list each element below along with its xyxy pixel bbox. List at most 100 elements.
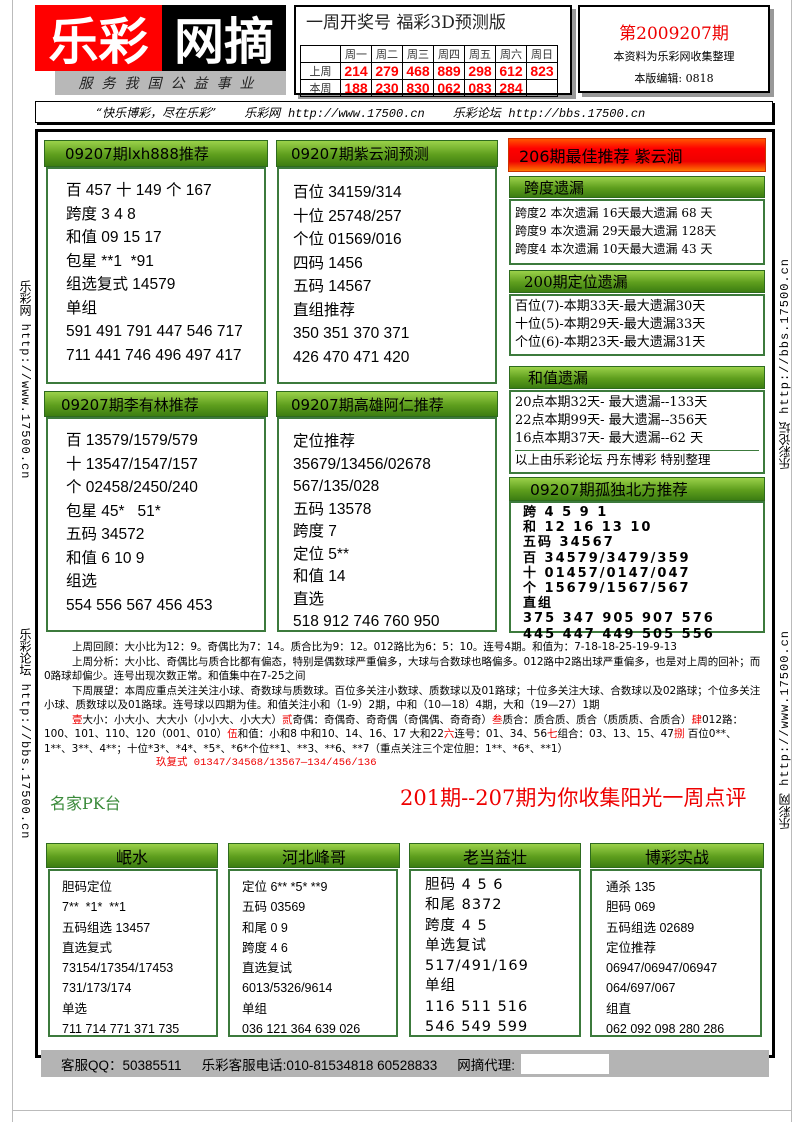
draw-number xyxy=(526,79,558,97)
prediction-line: 定位 5** xyxy=(293,545,349,563)
draw-number: 214 xyxy=(340,62,372,80)
forum-url[interactable]: http://bbs.17500.cn xyxy=(508,107,645,121)
pk-line: 单组 xyxy=(242,1001,268,1016)
prediction-line: 五码 13578 xyxy=(293,500,372,518)
outlook-text: 下周展望：本周应重点关注关注小球、奇数球与质数球。百位多关注小数球、质数球以及0… xyxy=(44,684,761,712)
day-header: 周一 xyxy=(340,45,372,63)
prediction-line: 五码 14567 xyxy=(293,278,372,295)
issue-number: 第2009207期 xyxy=(619,24,729,44)
prediction-line: 和值 6 10 9 xyxy=(66,549,145,567)
draw-number: 083 xyxy=(464,79,496,97)
weekly-draws-box: 一周开奖号 福彩3D预测版 周一 周二 周三 周四 周五 周六 周日 上周 21… xyxy=(294,5,572,97)
pk-line: 五码组选 02689 xyxy=(606,920,695,935)
side-name: 乐彩网 xyxy=(18,280,32,316)
day-header: 周三 xyxy=(402,45,434,63)
pk-line: 单组 xyxy=(425,978,456,995)
draw-number: 298 xyxy=(464,62,496,80)
forum-link[interactable]: 乐彩论坛 http://bbs.17500.cn xyxy=(453,104,645,121)
pk-header: 岷水 xyxy=(46,843,218,868)
prediction-line: 十位 25748/257 xyxy=(293,207,402,225)
pk-panel-hebei: 定位 6** *5* **9 五码 03569 和尾 0 9 跨度 4 6 直选… xyxy=(228,869,398,1037)
logo-tagline: 服务我国公益事业 xyxy=(55,71,286,95)
prediction-line: 和 12 16 13 10 xyxy=(523,520,653,536)
pk-panel-minshui: 胆码定位 7** *1* **1 五码组选 13457 直选复式 73154/1… xyxy=(48,869,218,1037)
side-url[interactable]: http://www.17500.cn xyxy=(778,630,792,786)
picks-text: 壹大小：小大小、大大小（小小大、小大大）贰奇偶：奇偶奇、奇奇偶（奇偶偶、奇奇奇）… xyxy=(44,713,764,757)
prediction-line: 554 556 567 456 453 xyxy=(66,596,213,614)
panel-sum-miss: 20点本期32天- 最大遗漏--133天 22点本期99天- 最大遗漏--356… xyxy=(509,390,765,474)
day-header: 周六 xyxy=(495,45,527,63)
site-url[interactable]: http://www.17500.cn xyxy=(288,107,425,121)
panel-header-lxh888: 09207期lxh888推荐 xyxy=(44,140,268,167)
service-phone: 乐彩客服电话:010-81534818 60528833 xyxy=(201,1057,438,1073)
day-header: 周五 xyxy=(464,45,496,63)
forum-name: 乐彩论坛 xyxy=(452,105,501,120)
miss-line: 跨度4 本次遗漏 10天最大遗漏 43 天 xyxy=(515,242,713,256)
pick-mark: 七 xyxy=(547,728,558,740)
weekly-draws-title: 一周开奖号 福彩3D预测版 xyxy=(306,13,506,33)
logo-part-red: 乐彩 xyxy=(35,5,162,71)
page-edge-bottom xyxy=(12,1110,792,1111)
panel-pos-miss: 百位(7)-本期33天-最大遗漏30天 十位(5)-本期29天-最大遗漏33天 … xyxy=(509,294,765,356)
analysis-section: 上周回顾：大小比为12：9。奇偶比为7：14。质合比为9：12。012路比为6：… xyxy=(44,640,764,771)
pk-line: 和尾 0 9 xyxy=(242,920,288,935)
pk-line: 73154/17354/17453 xyxy=(62,961,174,976)
prediction-line: 十 13547/1547/157 xyxy=(66,455,198,473)
logo: 乐彩 网摘 xyxy=(35,5,286,71)
panel-header-ziyunjian: 09207期紫云涧预测 xyxy=(276,140,498,167)
panel-span-miss: 跨度2 本次遗漏 16天最大遗漏 68 天 跨度9 本次遗漏 29天最大遗漏 1… xyxy=(509,199,765,265)
row-label: 本周 xyxy=(300,79,341,97)
prediction-line: 和值 09 15 17 xyxy=(66,229,162,246)
site-link[interactable]: 乐彩网 http://www.17500.cn xyxy=(244,104,424,121)
pk-line: 116 511 516 xyxy=(425,998,529,1015)
pk-line: 跨度 4 5 xyxy=(425,917,488,934)
panel-header-pos-miss: 200期定位遗漏 xyxy=(509,270,765,293)
pk-line: 711 714 771 371 735 xyxy=(62,1022,180,1037)
pick-text: 质合：质合质、质合（质质质、合质合） xyxy=(502,713,692,726)
issue-note: 本资料为乐彩网收集整理 xyxy=(613,50,735,63)
prediction-line: 五码 34572 xyxy=(66,526,145,543)
week-review-headline: 201期--207期为你收集阳光一周点评 xyxy=(400,786,747,810)
pk-panel-bocai: 通杀 135 胆码 069 五码组选 02689 定位推荐 06947/0694… xyxy=(590,869,762,1037)
row-label: 上周 xyxy=(300,62,341,80)
miss-line: 百位(7)-本期33天-最大遗漏30天 xyxy=(515,299,706,314)
credit-line: 以上由乐彩论坛 丹东博彩 特别整理 xyxy=(515,452,711,467)
pick-mark: 捌 xyxy=(673,728,685,740)
pk-line: 06947/06947/06947 xyxy=(606,961,718,976)
panel-header-span-miss: 跨度遗漏 xyxy=(509,176,765,198)
table-row: 本周 188 230 830 062 083 284 xyxy=(300,79,558,97)
logo-part-black: 网摘 xyxy=(162,5,286,71)
prediction-line: 百 457 十 149 个 167 xyxy=(66,182,212,199)
prediction-line: 十 01457/0147/047 xyxy=(523,565,691,581)
prediction-line: 直组 xyxy=(523,596,554,612)
panel-header-gaoxiong: 09207期高雄阿仁推荐 xyxy=(276,391,498,417)
miss-line: 跨度2 本次遗漏 16天最大遗漏 68 天 xyxy=(515,206,713,220)
panel-ziyunjian: 百位 34159/314 十位 25748/257 个位 01569/016 四… xyxy=(277,167,497,384)
prediction-line: 百 13579/1579/579 xyxy=(66,432,198,449)
draw-number: 468 xyxy=(402,62,434,80)
prediction-line: 个 02458/2450/240 xyxy=(66,479,198,496)
prediction-line: 591 491 791 447 546 717 xyxy=(66,323,243,340)
pk-line: 731/173/174 xyxy=(62,981,132,996)
draw-number: 823 xyxy=(526,62,558,80)
panel-liyoulin: 百 13579/1579/579 十 13547/1547/157 个 0245… xyxy=(46,417,266,632)
pk-line: 定位 6** *5* **9 xyxy=(242,880,328,894)
side-url[interactable]: http://bbs.17500.cn xyxy=(778,258,792,414)
pick-text: 连号：01、34、56 xyxy=(454,728,548,740)
pick-mark: 伍 xyxy=(227,728,238,740)
panel-gaoxiong: 定位推荐 35679/13456/02678 567/135/028 五码 13… xyxy=(277,417,497,632)
pk-line: 胆码 4 5 6 xyxy=(425,877,504,893)
side-url[interactable]: http://www.17500.cn xyxy=(18,324,32,480)
pk-header: 老当益壮 xyxy=(409,843,581,868)
prediction-line: 跨度 3 4 8 xyxy=(66,205,136,223)
pk-header: 河北峰哥 xyxy=(228,843,400,868)
prediction-line: 直选 xyxy=(293,590,325,608)
prediction-line: 百位 34159/314 xyxy=(293,184,402,201)
pk-line: 五码 03569 xyxy=(242,900,306,915)
table-row: 上周 214 279 468 889 298 612 823 xyxy=(300,62,558,80)
pk-label: 名家PK台 xyxy=(50,794,121,813)
pk-line: 胆码 069 xyxy=(606,900,656,915)
prediction-line: 426 470 471 420 xyxy=(293,348,410,366)
side-url[interactable]: http://bbs.17500.cn xyxy=(18,684,32,840)
panel-lxh888: 百 457 十 149 个 167 跨度 3 4 8 和值 09 15 17 包… xyxy=(46,167,266,384)
